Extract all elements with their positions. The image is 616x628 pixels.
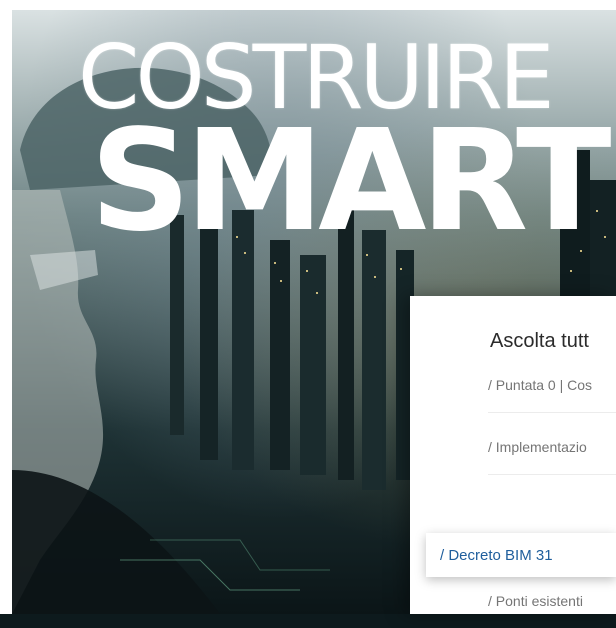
episode-item-implementazione[interactable]: / Implementazio	[488, 420, 616, 475]
top-border	[0, 0, 616, 10]
left-border	[0, 0, 12, 614]
episode-item-puntata-0[interactable]: / Puntata 0 | Cos	[488, 358, 616, 413]
episode-label: / Ponti esistenti	[488, 593, 583, 609]
logo-line-smart: SMART	[90, 100, 612, 263]
panel-title: Ascolta tutt	[490, 330, 589, 352]
costruire-smart-logo: COSTRUIRE SMART	[20, 34, 612, 274]
episode-item-ponti-esistenti[interactable]: / Ponti esistenti	[488, 574, 616, 628]
episode-label: / Implementazio	[488, 439, 587, 455]
episode-label-active[interactable]: / Decreto BIM 31	[440, 547, 553, 564]
episode-label: / Puntata 0 | Cos	[488, 377, 593, 393]
